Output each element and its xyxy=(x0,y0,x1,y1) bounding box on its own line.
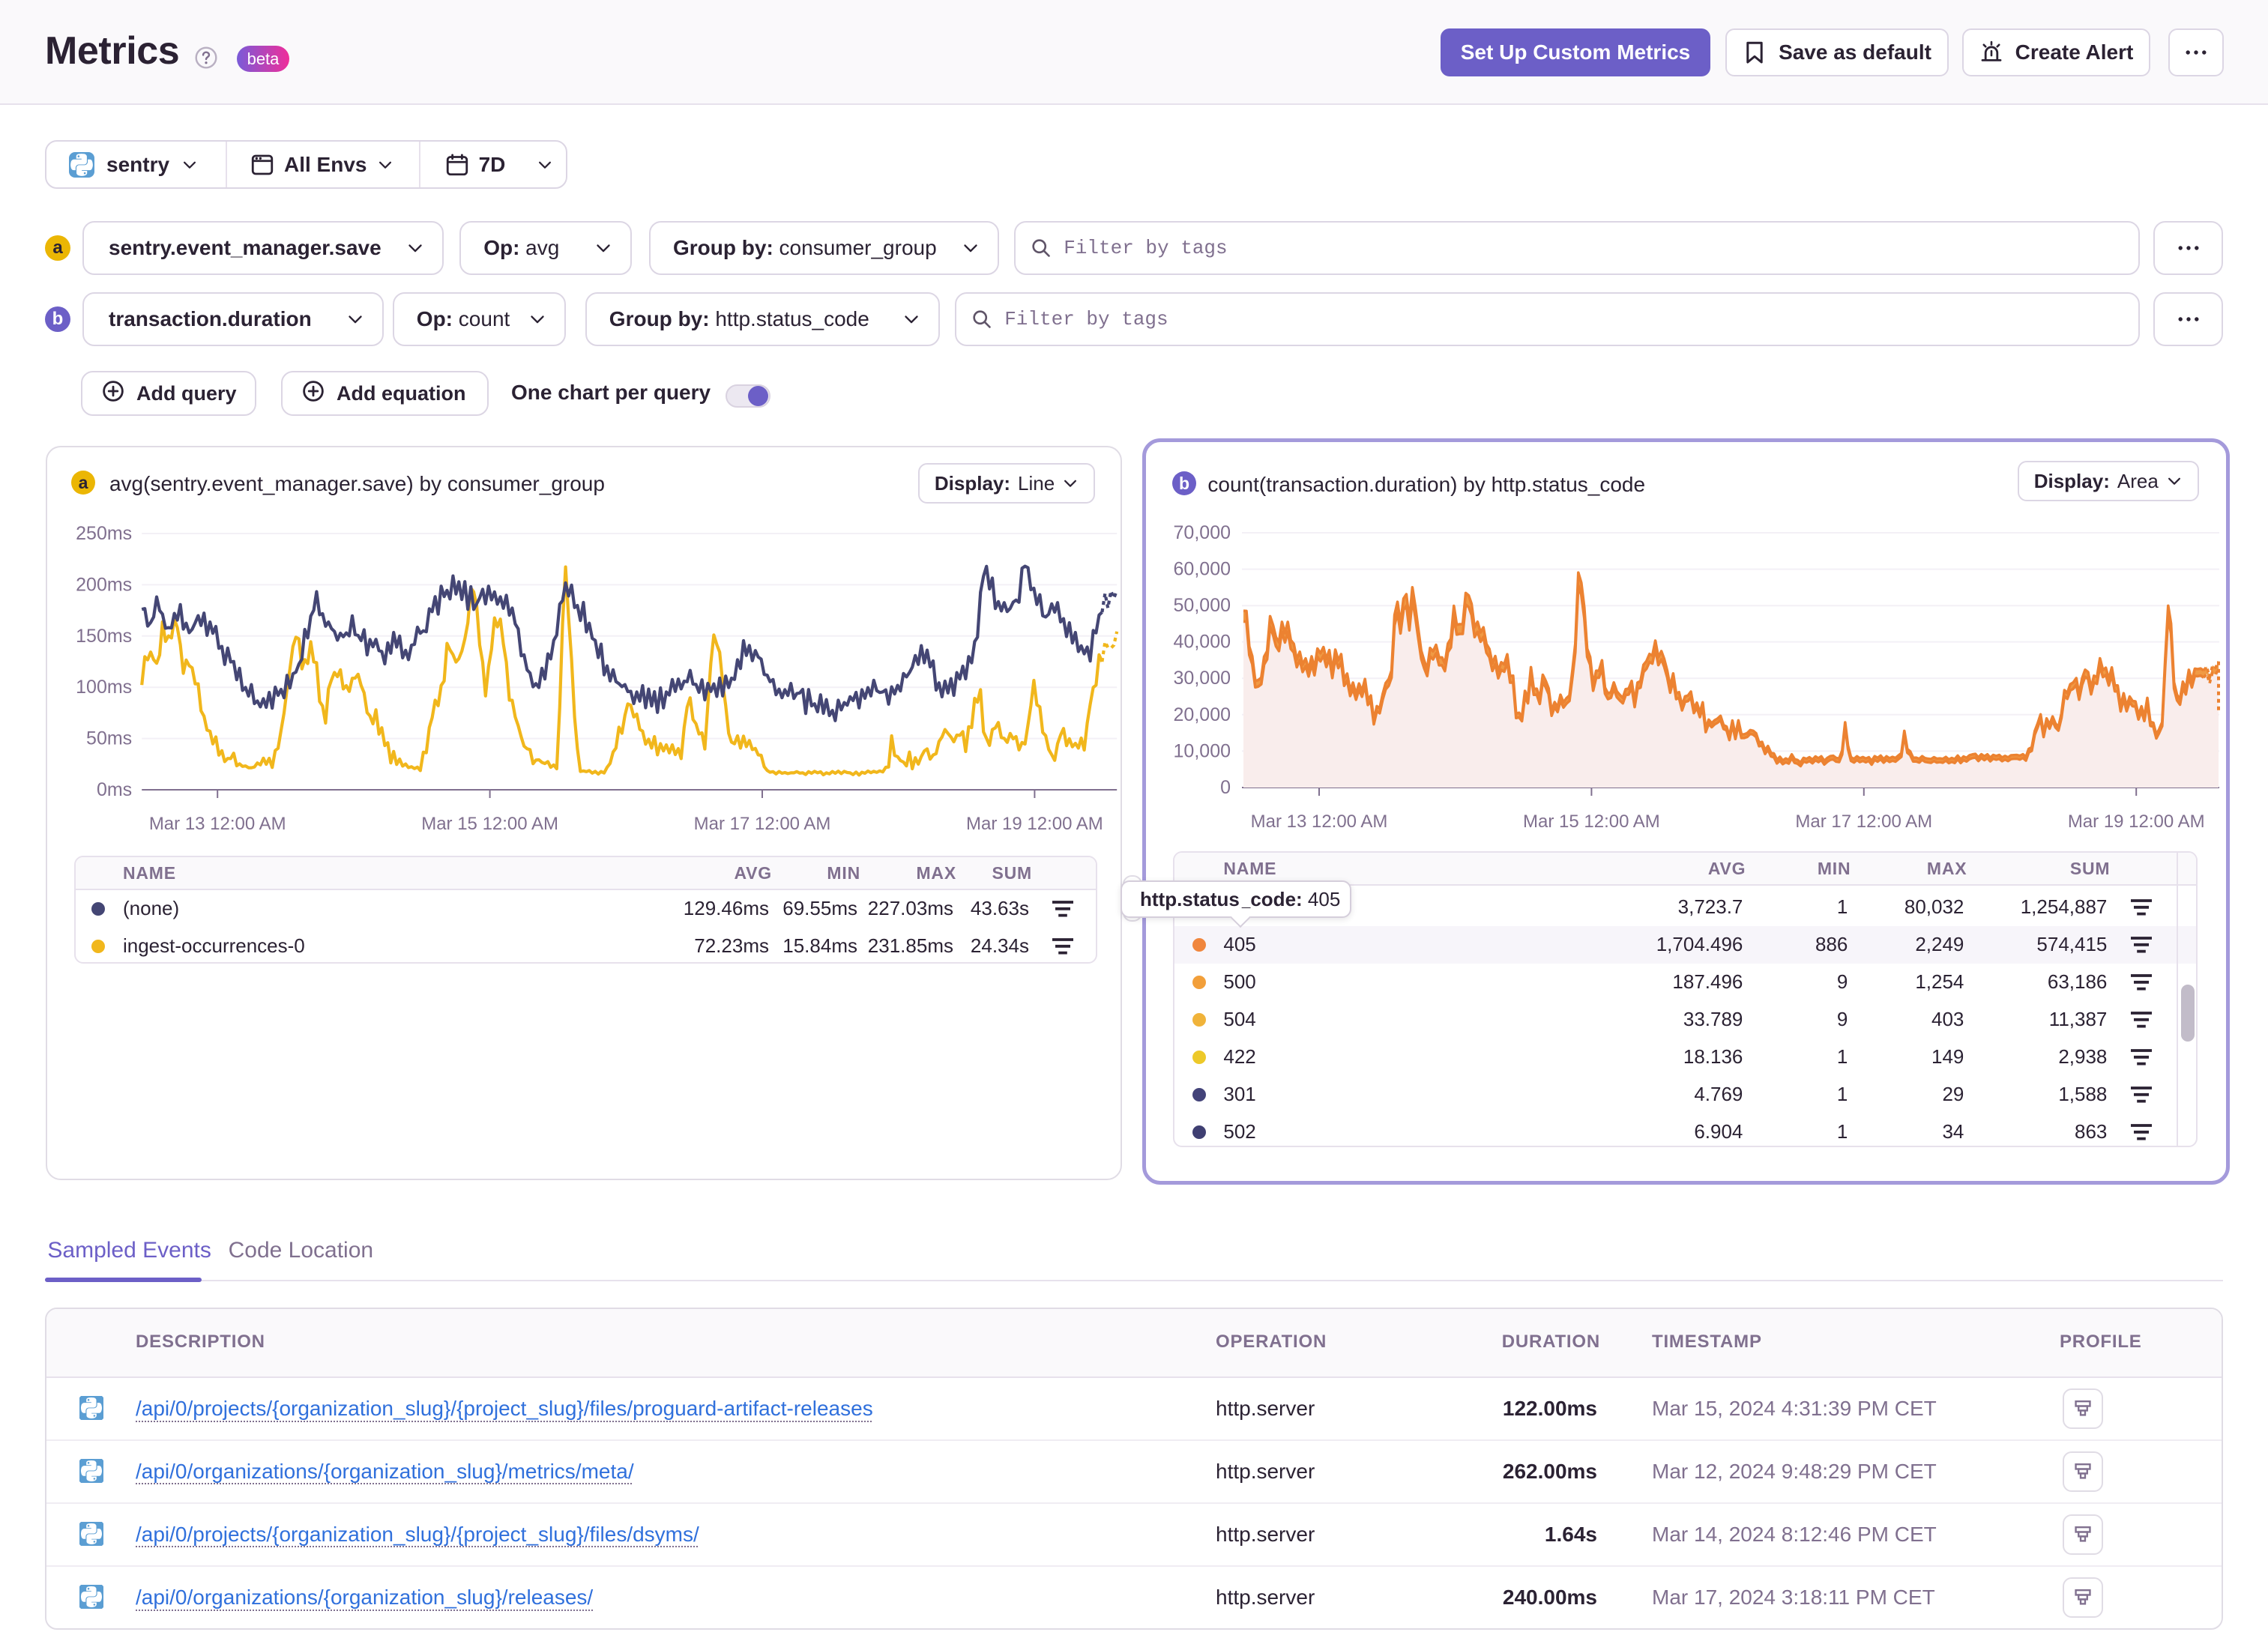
svg-text:60,000: 60,000 xyxy=(1174,559,1231,580)
svg-text:10,000: 10,000 xyxy=(1174,741,1231,762)
svg-text:Mar 19 12:00 AM: Mar 19 12:00 AM xyxy=(2068,812,2205,832)
svg-text:40,000: 40,000 xyxy=(1174,632,1231,653)
svg-text:50,000: 50,000 xyxy=(1174,596,1231,617)
svg-text:200ms: 200ms xyxy=(76,574,132,595)
svg-text:150ms: 150ms xyxy=(76,626,132,647)
svg-text:Mar 19 12:00 AM: Mar 19 12:00 AM xyxy=(966,814,1103,834)
svg-text:30,000: 30,000 xyxy=(1174,668,1231,689)
svg-text:250ms: 250ms xyxy=(76,523,132,544)
svg-text:Mar 13 12:00 AM: Mar 13 12:00 AM xyxy=(1251,812,1388,832)
svg-text:Mar 13 12:00 AM: Mar 13 12:00 AM xyxy=(149,814,286,834)
svg-text:20,000: 20,000 xyxy=(1174,704,1231,725)
svg-text:100ms: 100ms xyxy=(76,677,132,698)
svg-text:Mar 17 12:00 AM: Mar 17 12:00 AM xyxy=(1796,812,1933,832)
svg-text:0: 0 xyxy=(1220,777,1231,798)
svg-text:50ms: 50ms xyxy=(86,728,132,749)
svg-text:Mar 15 12:00 AM: Mar 15 12:00 AM xyxy=(421,814,558,834)
svg-text:70,000: 70,000 xyxy=(1174,522,1231,543)
svg-text:0ms: 0ms xyxy=(97,779,132,800)
svg-text:Mar 15 12:00 AM: Mar 15 12:00 AM xyxy=(1523,812,1660,832)
svg-text:Mar 17 12:00 AM: Mar 17 12:00 AM xyxy=(693,814,830,834)
